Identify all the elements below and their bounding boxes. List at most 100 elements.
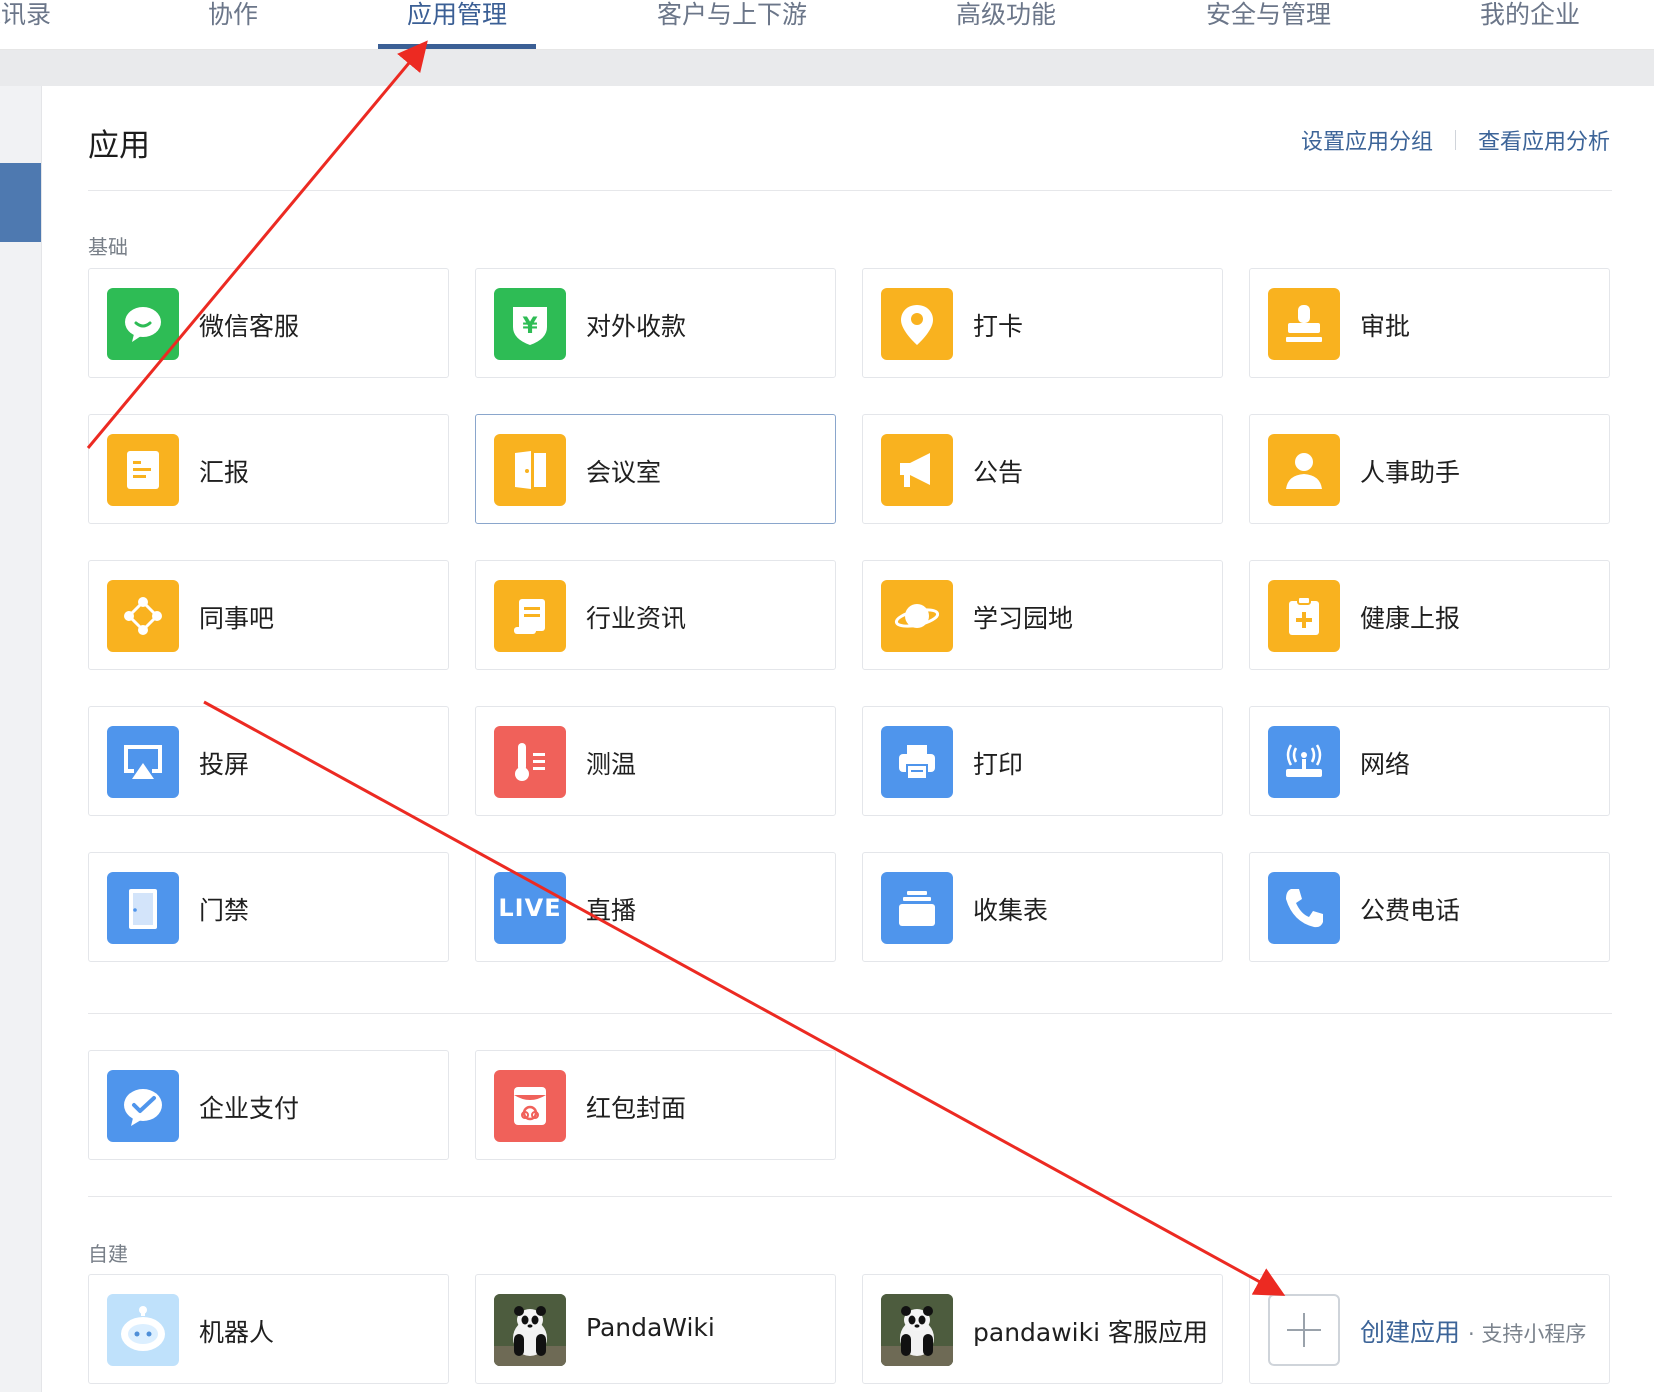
app-label: 红包封面 [586,1094,687,1123]
live-icon-text: LIVE [498,894,562,922]
stack-icon [881,872,953,944]
create-app-label-group: 创建应用 · 支持小程序 [1360,1313,1586,1349]
tab-security[interactable]: 安全与管理 [1206,0,1331,50]
app-label: 学习园地 [973,604,1074,633]
active-tab-indicator [378,44,536,49]
app-card-meeting-room[interactable]: 会议室 [475,414,836,524]
app-label: 同事吧 [199,604,275,633]
app-label: 公告 [973,458,1024,487]
app-card-checkin[interactable]: 打卡 [862,268,1223,378]
sidebar-active-item[interactable] [0,163,41,242]
divider [88,1013,1612,1014]
create-app-card[interactable]: 创建应用 · 支持小程序 [1249,1274,1610,1384]
app-card-screen-cast[interactable]: 投屏 [88,706,449,816]
app-label: 审批 [1360,312,1411,341]
person-icon [1268,434,1340,506]
app-card-external-payment[interactable]: ¥ 对外收款 [475,268,836,378]
subheader-bar [0,50,1654,86]
tab-collaboration[interactable]: 协作 [208,0,258,50]
app-card-robot[interactable]: 机器人 [88,1274,449,1384]
wechat-pay-icon [107,1070,179,1142]
app-label: 人事助手 [1360,458,1461,487]
router-icon [1268,726,1340,798]
top-nav: 通讯录 协作 应用管理 客户与上下游 高级功能 安全与管理 我的企业 [0,0,1654,50]
app-label: 投屏 [199,750,250,779]
create-app-hint: · 支持小程序 [1467,1322,1587,1346]
app-label: 会议室 [586,458,662,487]
create-app-link[interactable]: 创建应用 [1360,1318,1460,1347]
plus-icon [1268,1294,1340,1366]
divider [88,190,1612,191]
app-card-pandawiki[interactable]: PandaWiki [475,1274,836,1384]
app-label: 对外收款 [586,312,687,341]
section-label-basic: 基础 [88,235,128,259]
medical-clipboard-icon [1268,580,1340,652]
app-card-wechat-service[interactable]: 微信客服 [88,268,449,378]
phone-icon [1268,872,1340,944]
report-doc-icon [107,434,179,506]
app-card-pandawiki-service[interactable]: pandawiki 客服应用 [862,1274,1223,1384]
app-card-network[interactable]: 网络 [1249,706,1610,816]
app-label: 健康上报 [1360,604,1461,633]
app-card-print[interactable]: 打印 [862,706,1223,816]
wechat-chat-icon [107,288,179,360]
divider [1454,130,1456,150]
app-card-red-packet-cover[interactable]: 红包封面 [475,1050,836,1160]
app-card-announcement[interactable]: 公告 [862,414,1223,524]
yuan-shield-icon: ¥ [494,288,566,360]
divider [88,1196,1612,1197]
app-card-learning[interactable]: 学习园地 [862,560,1223,670]
red-packet-icon [494,1070,566,1142]
printer-icon [881,726,953,798]
tab-customers[interactable]: 客户与上下游 [657,0,807,50]
app-label: 汇报 [199,458,250,487]
app-card-industry-news[interactable]: 行业资讯 [475,560,836,670]
thermometer-icon [494,726,566,798]
app-label: 微信客服 [199,312,300,341]
app-card-live[interactable]: LIVE 直播 [475,852,836,962]
view-app-analysis-link[interactable]: 查看应用分析 [1478,124,1610,156]
scroll-icon [494,580,566,652]
network-icon [107,580,179,652]
app-card-colleague-bar[interactable]: 同事吧 [88,560,449,670]
location-pin-icon [881,288,953,360]
page-title: 应用 [88,128,150,164]
sidebar [0,86,42,1392]
tab-contacts[interactable]: 通讯录 [0,0,51,50]
app-card-report[interactable]: 汇报 [88,414,449,524]
tab-app-management[interactable]: 应用管理 [407,0,507,50]
door-access-icon [107,872,179,944]
app-label: 公费电话 [1360,896,1461,925]
tab-advanced[interactable]: 高级功能 [956,0,1056,50]
airplay-icon [107,726,179,798]
robot-icon [107,1294,179,1366]
app-card-enterprise-payment[interactable]: 企业支付 [88,1050,449,1160]
app-label: 门禁 [199,896,250,925]
panda-photo-icon [881,1294,953,1366]
app-label: 测温 [586,750,637,779]
megaphone-icon [881,434,953,506]
section-label-custom: 自建 [88,1242,128,1266]
app-card-hr-assistant[interactable]: 人事助手 [1249,414,1610,524]
app-label: 行业资讯 [586,604,687,633]
panda-photo-icon [494,1294,566,1366]
set-app-groups-link[interactable]: 设置应用分组 [1301,124,1433,156]
app-label: 企业支付 [199,1094,300,1123]
app-label: 打印 [973,750,1024,779]
app-card-access-control[interactable]: 门禁 [88,852,449,962]
app-card-collection-form[interactable]: 收集表 [862,852,1223,962]
door-icon [494,434,566,506]
app-label: pandawiki 客服应用 [973,1318,1208,1347]
header-links: 设置应用分组 查看应用分析 [1301,124,1610,156]
app-label: 打卡 [973,312,1024,341]
app-card-temperature[interactable]: 测温 [475,706,836,816]
live-icon: LIVE [494,872,566,944]
main-content: 应用 设置应用分组 查看应用分析 基础 微信客服 ¥ 对外收款 打卡 审批 汇报… [42,86,1654,1392]
app-label: 机器人 [199,1318,275,1347]
app-card-health-report[interactable]: 健康上报 [1249,560,1610,670]
tab-my-company[interactable]: 我的企业 [1480,0,1580,50]
app-card-public-phone[interactable]: 公费电话 [1249,852,1610,962]
planet-icon [881,580,953,652]
app-label: PandaWiki [586,1313,715,1342]
app-card-approval[interactable]: 审批 [1249,268,1610,378]
